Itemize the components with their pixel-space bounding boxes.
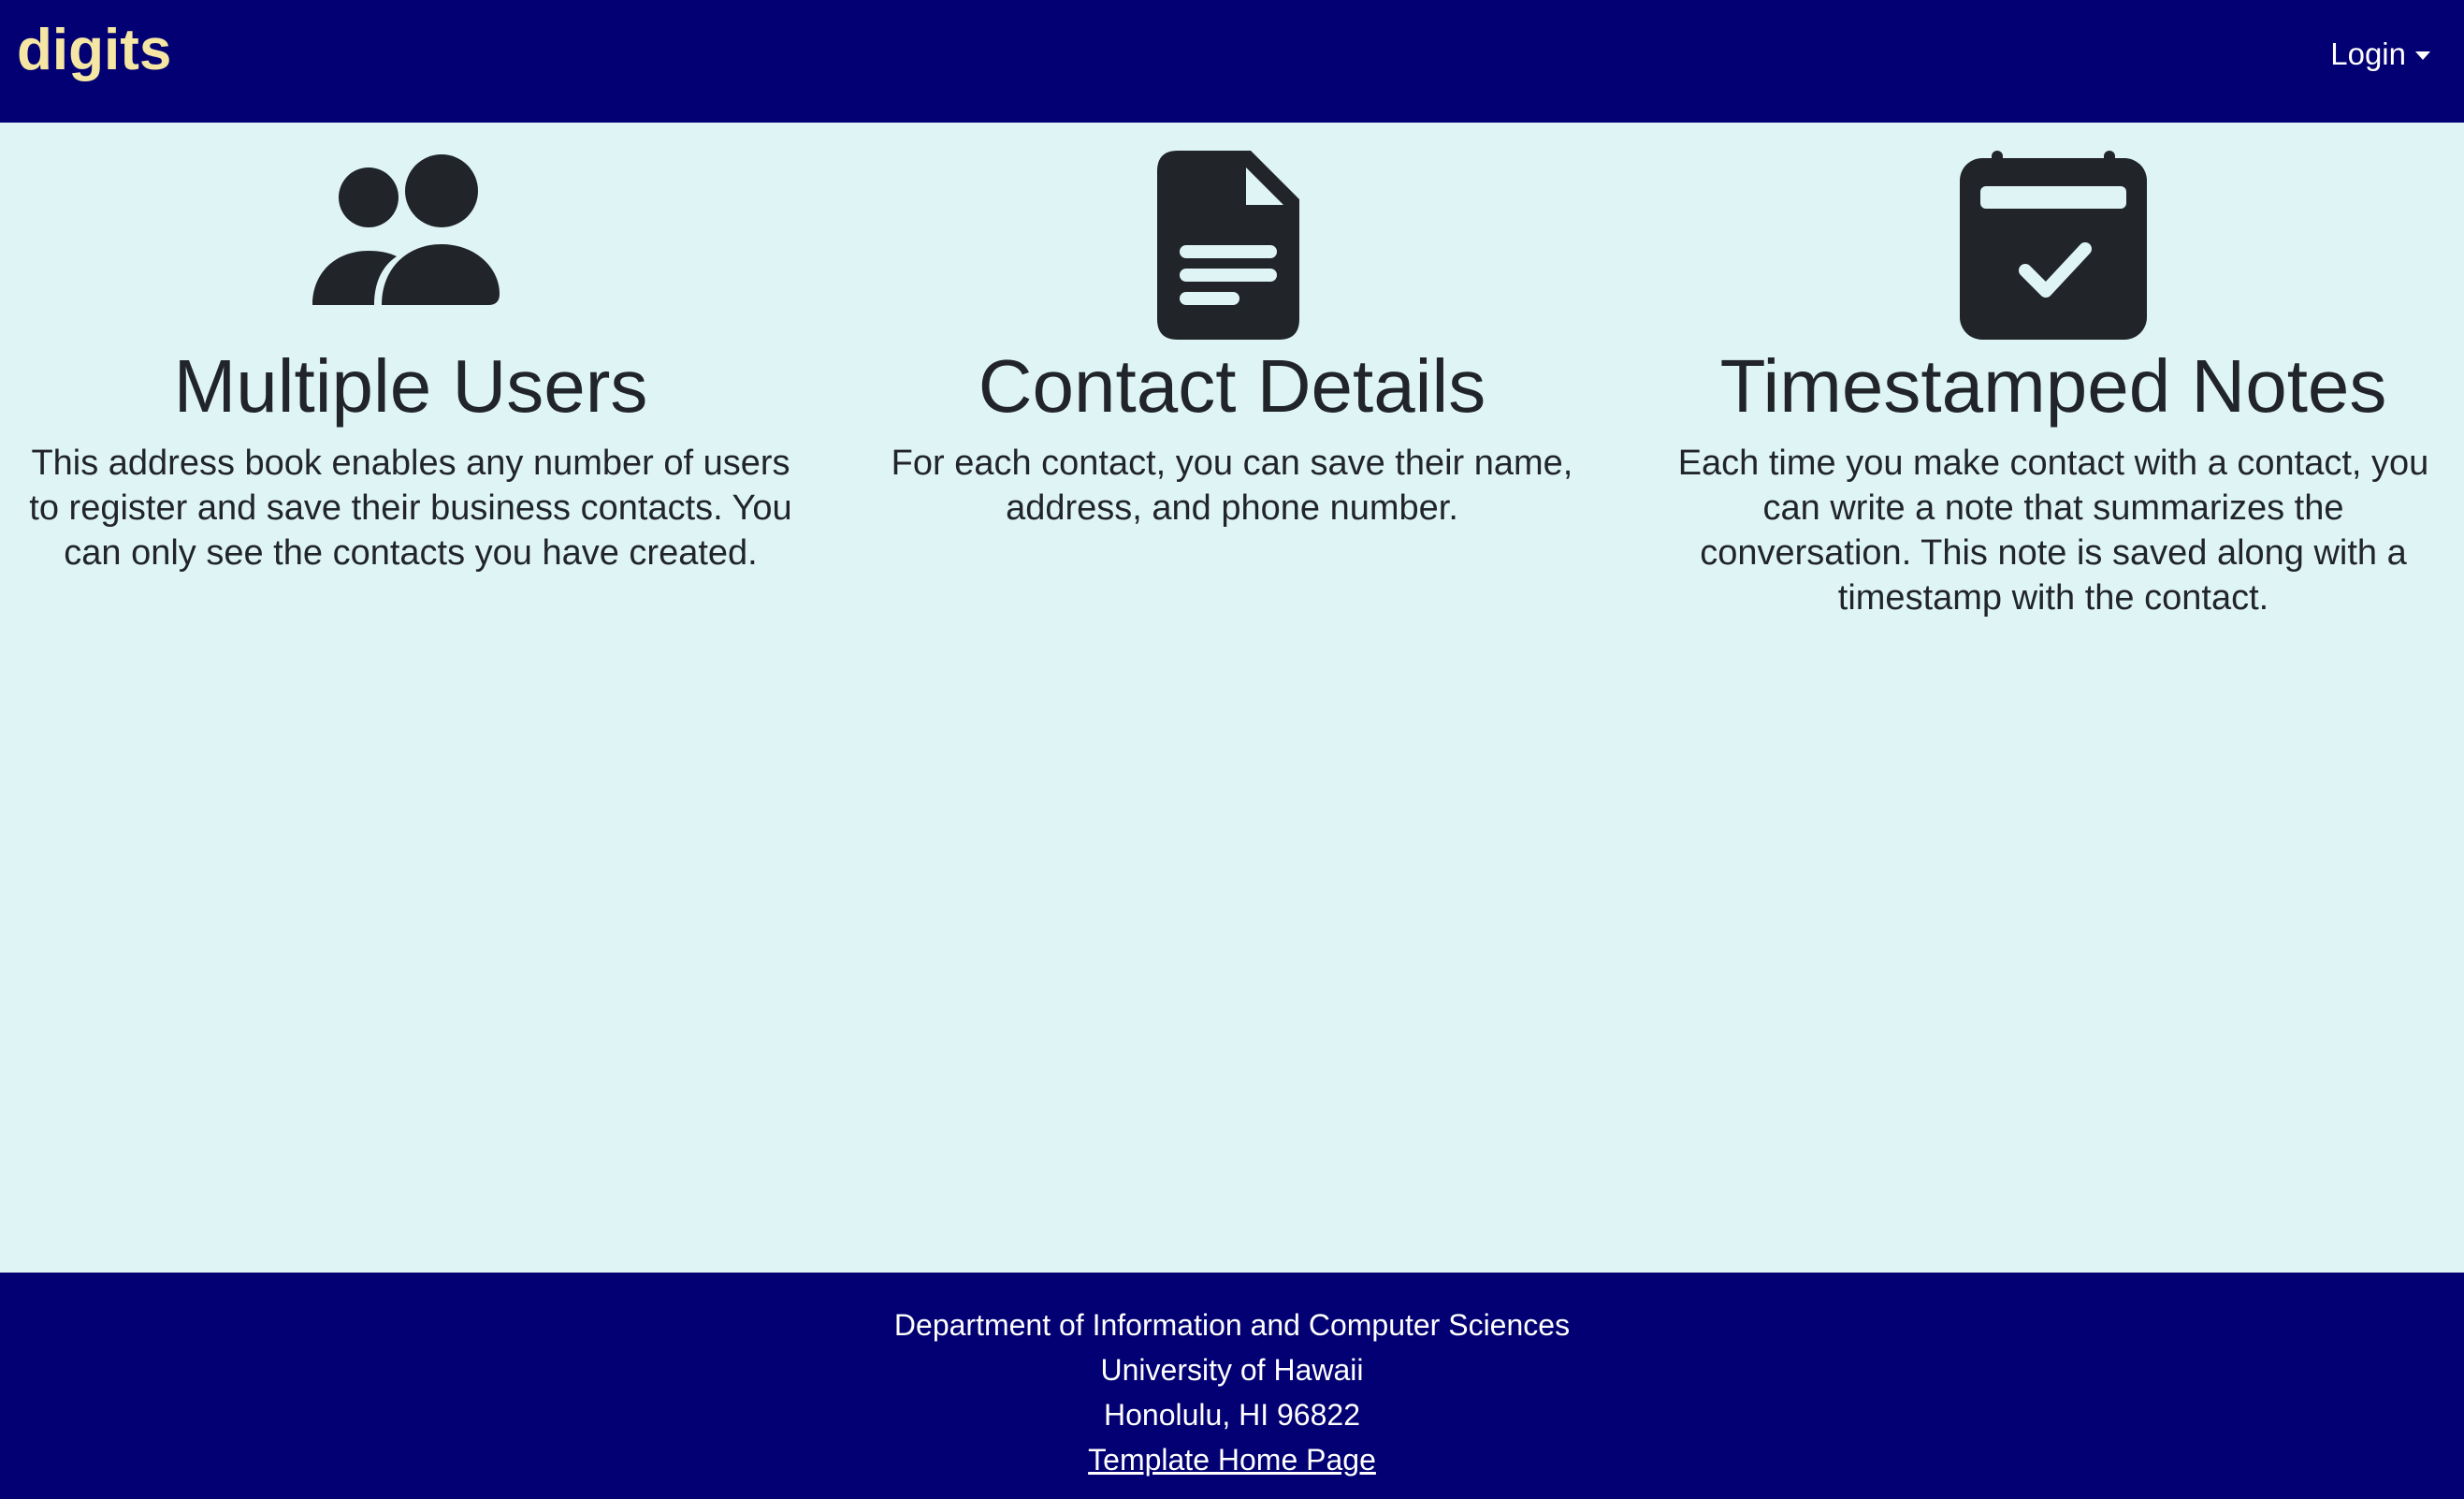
feature-title: Timestamped Notes bbox=[1719, 344, 2387, 428]
login-label: Login bbox=[2330, 36, 2406, 71]
document-icon bbox=[821, 151, 1643, 347]
brand-logo[interactable]: digits bbox=[17, 13, 171, 88]
login-dropdown[interactable]: Login bbox=[2330, 34, 2430, 75]
feature-description: This address book enables any number of … bbox=[29, 444, 792, 573]
calendar-check-icon bbox=[1643, 151, 2464, 347]
footer-address: Honolulu, HI 96822 bbox=[1104, 1398, 1360, 1432]
template-home-link[interactable]: Template Home Page bbox=[1088, 1443, 1376, 1477]
footer: Department of Information and Computer S… bbox=[0, 1273, 2464, 1499]
footer-university: University of Hawaii bbox=[1100, 1353, 1364, 1387]
navbar: digits Login bbox=[0, 0, 2464, 123]
feature-description: For each contact, you can save their nam… bbox=[891, 444, 1573, 528]
people-icon bbox=[0, 151, 821, 347]
caret-down-icon bbox=[2415, 51, 2430, 60]
feature-title: Multiple Users bbox=[173, 344, 648, 428]
feature-description: Each time you make contact with a contac… bbox=[1677, 444, 2429, 618]
features-section: Multiple Users This address book enables… bbox=[0, 123, 2464, 1273]
feature-title: Contact Details bbox=[978, 344, 1486, 428]
footer-link-row: Template Home Page bbox=[0, 1439, 2464, 1480]
footer-department: Department of Information and Computer S… bbox=[893, 1308, 1571, 1342]
